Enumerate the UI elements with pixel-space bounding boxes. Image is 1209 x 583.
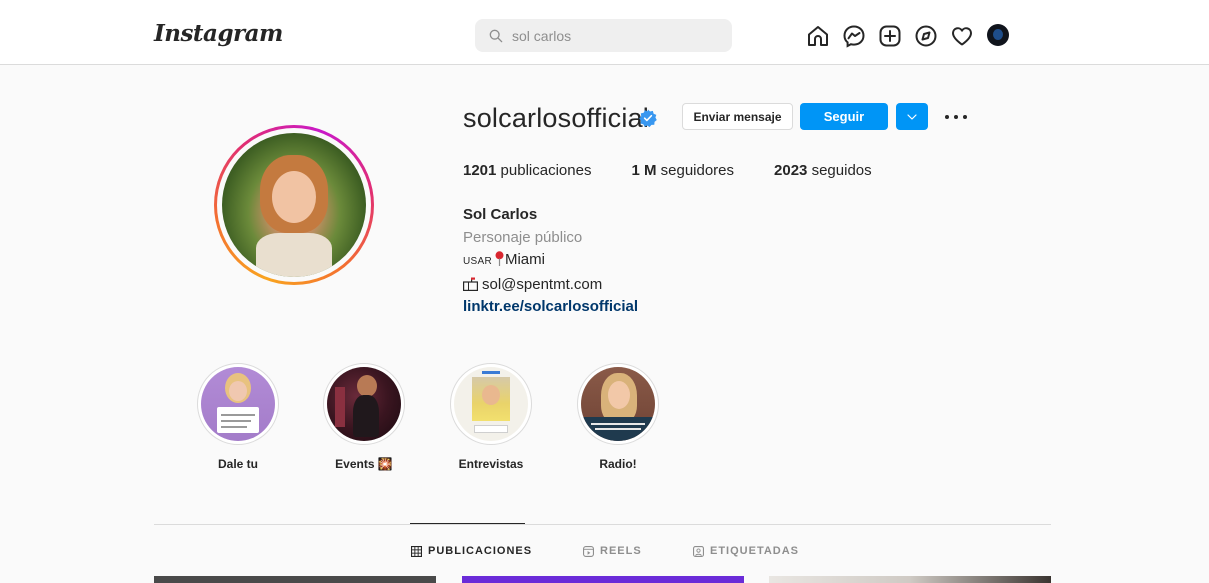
profile-full-name: Sol Carlos xyxy=(463,206,538,223)
mailbox-icon xyxy=(463,277,478,291)
highlight-cover xyxy=(581,367,655,441)
post-thumbnail[interactable] xyxy=(462,576,744,583)
tab-reels[interactable]: REELS xyxy=(583,545,642,557)
highlight-label: Entrevistas xyxy=(458,457,524,471)
tab-posts[interactable]: PUBLICACIONES xyxy=(411,545,532,557)
highlight-item[interactable]: Events 🎇 xyxy=(323,363,405,471)
highlight-cover xyxy=(201,367,275,441)
tab-tagged[interactable]: ETIQUETADAS xyxy=(693,545,799,557)
nav-icons xyxy=(806,24,1021,48)
highlight-item[interactable]: Radio! xyxy=(577,363,659,471)
round-pushpin-icon xyxy=(495,251,504,266)
search-input[interactable] xyxy=(512,27,712,44)
tab-tagged-label: ETIQUETADAS xyxy=(710,545,800,557)
active-tab-indicator xyxy=(410,523,525,524)
suggested-dropdown-button[interactable] xyxy=(896,103,928,130)
search-icon xyxy=(489,29,503,42)
highlight-item[interactable]: Entrevistas xyxy=(450,363,532,471)
profile-website-link[interactable]: linktr.ee/solcarlosofficial xyxy=(463,296,638,319)
followers-count[interactable]: 1 M seguidores xyxy=(631,162,734,179)
grid-icon xyxy=(411,545,422,557)
new-post-icon[interactable] xyxy=(878,24,902,48)
highlight-cover xyxy=(327,367,401,441)
home-icon[interactable] xyxy=(806,24,830,48)
more-options-icon[interactable] xyxy=(944,107,968,127)
highlight-cover-ring xyxy=(450,363,532,445)
tab-reels-label: REELS xyxy=(600,545,642,557)
profile-avatar[interactable] xyxy=(987,24,1009,46)
explore-compass-icon[interactable] xyxy=(914,24,938,48)
follow-button[interactable]: Seguir xyxy=(800,103,888,130)
send-message-button[interactable]: Enviar mensaje xyxy=(682,103,793,130)
highlight-cover-ring xyxy=(577,363,659,445)
tabs-divider xyxy=(154,524,1051,525)
profile-category: Personaje público xyxy=(463,228,583,246)
chevron-down-icon xyxy=(907,113,917,120)
tab-posts-label: PUBLICACIONES xyxy=(428,545,533,557)
post-thumbnail[interactable] xyxy=(769,576,1051,583)
profile-location: USAR Miami xyxy=(463,251,545,268)
highlight-item[interactable]: Dale tu xyxy=(197,363,279,471)
posts-count: 1201 publicaciones xyxy=(463,162,592,179)
highlight-cover-ring xyxy=(197,363,279,445)
profile-bio: Sol Carlos Personaje público USAR Miami s… xyxy=(463,204,638,319)
highlight-cover-ring xyxy=(323,363,405,445)
following-count[interactable]: 2023 seguidos xyxy=(774,162,872,179)
profile-stats: 1201 publicaciones 1 M seguidores 2023 s… xyxy=(463,162,912,179)
profile-username: solcarlosofficial xyxy=(463,103,649,133)
post-thumbnail[interactable] xyxy=(154,576,436,583)
activity-heart-icon[interactable] xyxy=(950,24,974,48)
highlight-label: Dale tu xyxy=(217,457,258,471)
top-nav-bar: Instagram xyxy=(0,0,1209,65)
profile-picture-frame xyxy=(217,128,371,282)
messenger-icon[interactable] xyxy=(842,24,866,48)
highlight-cover xyxy=(454,367,528,441)
highlight-label: Radio! xyxy=(599,457,637,471)
search-box[interactable] xyxy=(475,19,732,52)
tagged-icon xyxy=(693,545,704,557)
profile-email: sol@spentmt.com xyxy=(463,274,638,297)
profile-picture-ring[interactable] xyxy=(214,125,374,285)
profile-picture xyxy=(222,133,366,277)
instagram-logo[interactable]: Instagram xyxy=(154,20,283,47)
verified-badge-icon xyxy=(639,109,657,127)
reels-icon xyxy=(583,545,594,557)
highlight-label: Events 🎇 xyxy=(335,457,393,471)
